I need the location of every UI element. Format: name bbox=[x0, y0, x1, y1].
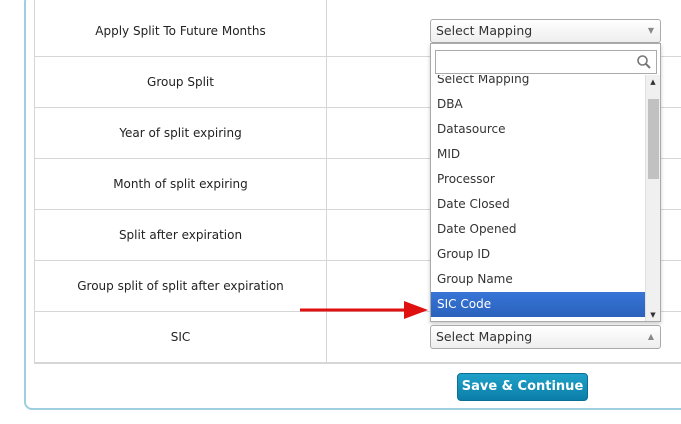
option[interactable]: Processor bbox=[431, 167, 645, 192]
future-months-mapping-select[interactable]: Select Mapping ▼ bbox=[430, 19, 661, 43]
row-label: SIC bbox=[170, 330, 191, 344]
select-value: Select Mapping bbox=[436, 329, 533, 344]
option-highlighted[interactable]: SIC Code bbox=[431, 292, 645, 317]
option[interactable]: Group ID bbox=[431, 242, 645, 267]
option[interactable]: Date Closed bbox=[431, 192, 645, 217]
row-label: Year of split expiring bbox=[119, 126, 242, 140]
save-continue-button[interactable]: Save & Continue bbox=[457, 373, 588, 401]
row-label: Split after expiration bbox=[118, 228, 243, 242]
select-value: Select Mapping bbox=[436, 23, 533, 38]
row-label: Month of split expiring bbox=[113, 177, 248, 191]
dropdown-search-input[interactable] bbox=[435, 50, 657, 74]
scroll-up-icon[interactable]: ▲ bbox=[646, 75, 660, 89]
sic-mapping-select[interactable]: Select Mapping ▲ bbox=[430, 325, 661, 349]
chevron-up-icon: ▲ bbox=[647, 332, 654, 341]
mapping-dropdown[interactable]: Select Mapping DBA Datasource MID Proces… bbox=[430, 43, 661, 322]
option[interactable]: Date Opened bbox=[431, 217, 645, 242]
scroll-thumb[interactable] bbox=[648, 99, 659, 179]
option[interactable]: DBA bbox=[431, 92, 645, 117]
option[interactable]: Datasource bbox=[431, 117, 645, 142]
options-list: Select Mapping DBA Datasource MID Proces… bbox=[431, 75, 645, 321]
row-label: Group Split bbox=[147, 75, 214, 89]
option[interactable]: MID bbox=[431, 142, 645, 167]
row-label: Apply Split To Future Months bbox=[95, 24, 266, 38]
scroll-down-icon[interactable]: ▼ bbox=[646, 308, 660, 321]
red-arrow-annotation-icon bbox=[300, 301, 428, 319]
option[interactable]: Select Mapping bbox=[431, 75, 645, 92]
dropdown-scrollbar[interactable]: ▲ ▼ bbox=[645, 75, 660, 321]
chevron-down-icon: ▼ bbox=[647, 26, 654, 35]
option[interactable]: Group Name bbox=[431, 267, 645, 292]
search-icon bbox=[637, 55, 651, 69]
row-label: Group split of split after expiration bbox=[77, 279, 284, 293]
